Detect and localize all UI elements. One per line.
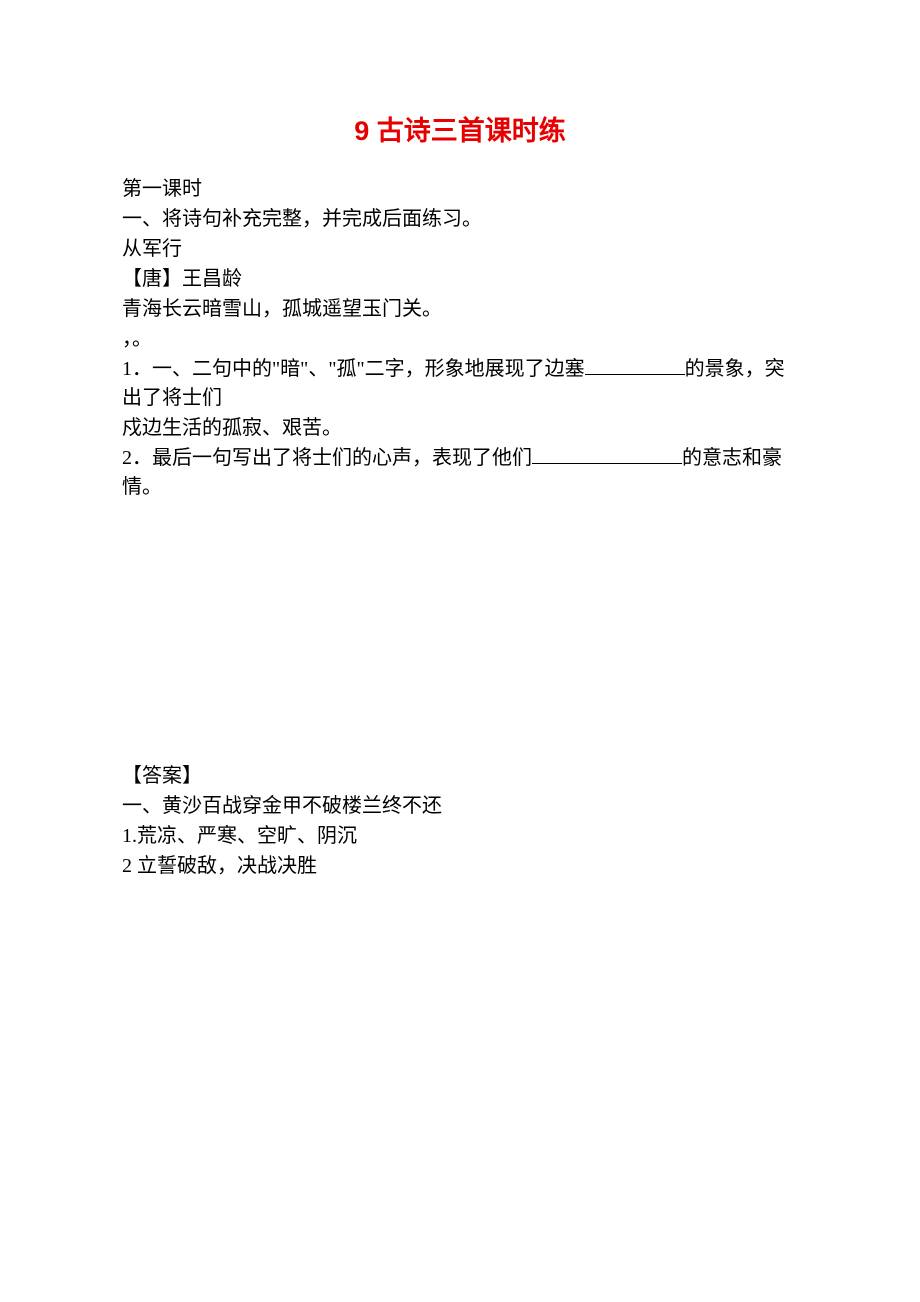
poem-line-1: 青海长云暗雪山，孤城遥望玉门关。 xyxy=(122,295,798,324)
page-title: 9 古诗三首课时练 xyxy=(122,112,798,151)
blank-2 xyxy=(532,444,682,464)
answer-header: 【答案】 xyxy=(122,762,798,791)
poem-line-2: ，。 xyxy=(122,325,798,354)
answer-1-2: 2 立誓破敌，决战决胜 xyxy=(122,852,798,881)
answer-1: 一、黄沙百战穿金甲不破楼兰终不还 xyxy=(122,792,798,821)
blank-1 xyxy=(585,355,685,375)
question-1-1-line2: 戍边生活的孤寂、艰苦。 xyxy=(122,414,798,443)
poem-title: 从军行 xyxy=(122,235,798,264)
q1-2-prefix: 2．最后一句写出了将士们的心声，表现了他们 xyxy=(122,447,532,469)
question-1-header: 一、将诗句补充完整，并完成后面练习。 xyxy=(122,205,798,234)
poem-author: 【唐】王昌龄 xyxy=(122,265,798,294)
answer-1-1: 1.荒凉、严寒、空旷、阴沉 xyxy=(122,822,798,851)
question-1-1-line1: 1．一、二句中的"暗"、"孤"二字，形象地展现了边塞的景象，突出了将士们 xyxy=(122,355,798,413)
spacer xyxy=(122,503,798,761)
question-1-2: 2．最后一句写出了将士们的心声，表现了他们的意志和豪情。 xyxy=(122,444,798,502)
section-label: 第一课时 xyxy=(122,175,798,204)
q1-1-prefix: 1．一、二句中的"暗"、"孤"二字，形象地展现了边塞 xyxy=(122,358,585,380)
